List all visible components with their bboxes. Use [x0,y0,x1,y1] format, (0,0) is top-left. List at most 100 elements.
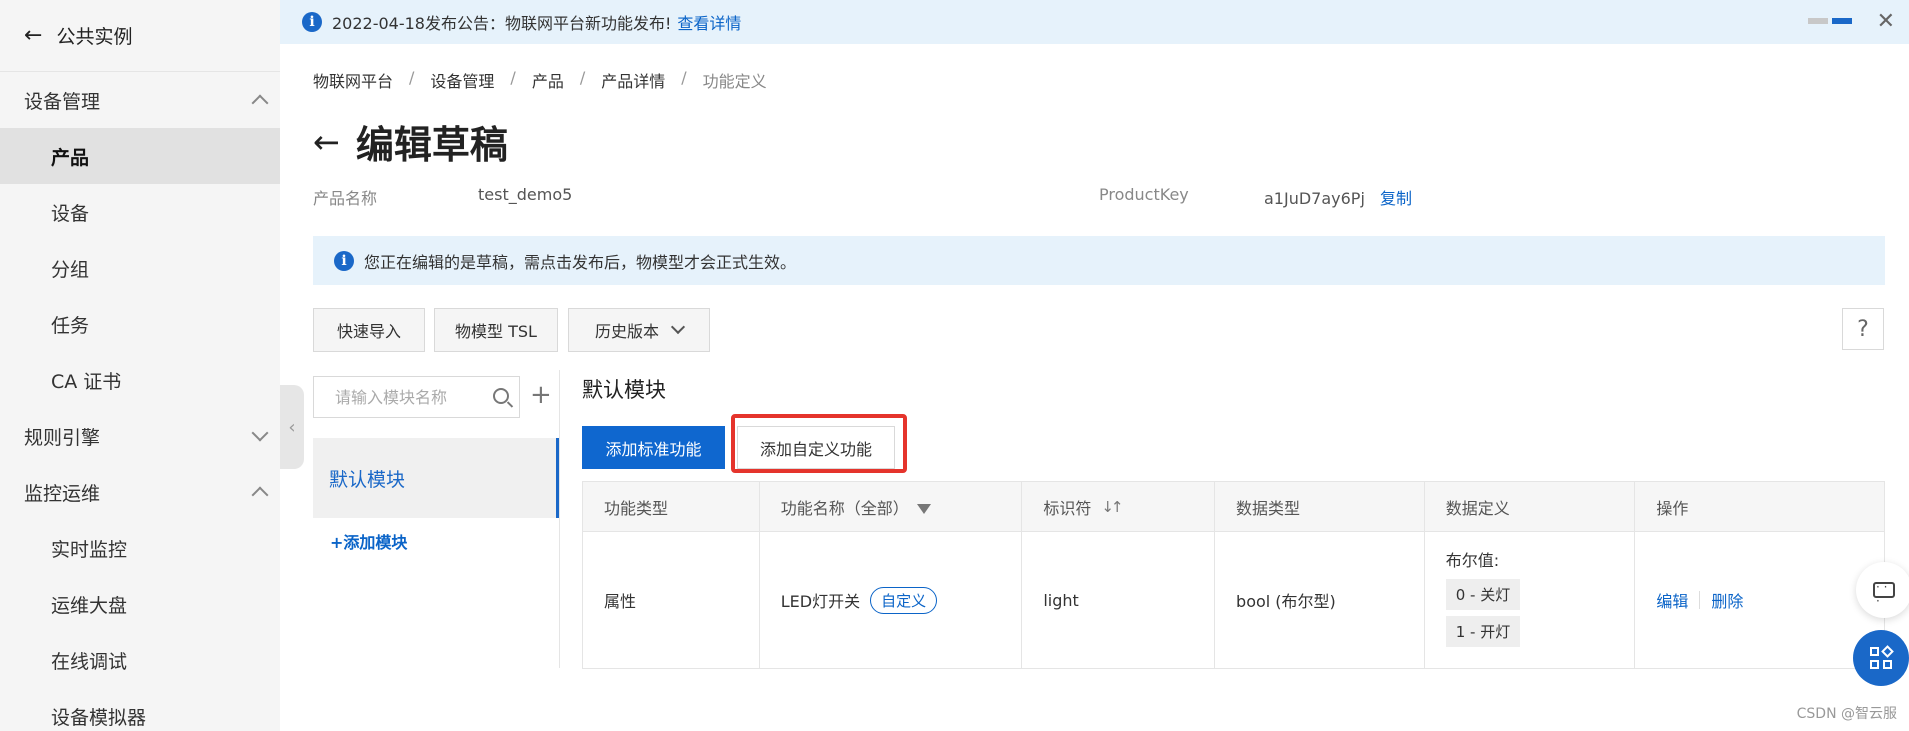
close-icon[interactable]: ✕ [1877,9,1895,34]
sidebar-item-ca-cert[interactable]: CA 证书 [0,352,280,408]
breadcrumb-item[interactable]: 物联网平台 [313,68,393,92]
product-name-value-row: test_demo5 [478,185,572,204]
sidebar: ← 公共实例 设备管理 产品 设备 分组 任务 CA 证书 规则引擎 监控运维 … [0,0,280,731]
product-name-row: 产品名称 [313,185,377,209]
add-module-link[interactable]: +添加模块 [330,529,407,553]
chat-button[interactable] [1856,562,1909,618]
sidebar-item-device-simulator[interactable]: 设备模拟器 [0,688,280,731]
arrow-left-icon: ← [24,23,43,48]
chevron-up-icon [251,94,269,112]
sidebar-group-monitoring[interactable]: 监控运维 [0,464,280,520]
sidebar-item-group[interactable]: 分组 [0,240,280,296]
delete-link[interactable]: 删除 [1711,588,1743,612]
sidebar-item-task[interactable]: 任务 [0,296,280,352]
draft-tip: i 您正在编辑的是草稿，需点击发布后，物模型才会正式生效。 [313,236,1885,285]
def-value: 0 - 关灯 [1445,579,1521,610]
module-search-input[interactable] [314,377,519,417]
edit-link[interactable]: 编辑 [1656,588,1688,612]
breadcrumb-sep: / [510,68,516,87]
cell-type: 属性 [583,532,760,668]
chat-icon [1873,580,1895,608]
add-standard-function-button[interactable]: 添加标准功能 [582,426,725,469]
pager-dot[interactable] [1808,18,1828,24]
cell-data-type: bool (布尔型) [1215,532,1425,668]
breadcrumb: 物联网平台 / 设备管理 / 产品 / 产品详情 / 功能定义 [313,68,767,92]
history-version-button[interactable]: 历史版本 [568,308,710,352]
chevron-down-icon [670,319,686,335]
apps-button[interactable] [1853,630,1909,686]
cell-identifier: light [1022,532,1216,668]
notice-bar: i 2022-04-18发布公告：物联网平台新功能发布! 查看详情 ✕ [280,0,1909,44]
sidebar-item-product[interactable]: 产品 [0,128,280,184]
cell-data-def: 布尔值: 0 - 关灯 1 - 开灯 [1425,532,1636,668]
pager-dot-active[interactable] [1832,18,1852,24]
sidebar-item-realtime-monitor[interactable]: 实时监控 [0,520,280,576]
breadcrumb-item[interactable]: 产品 [532,68,564,92]
info-icon: i [334,250,354,271]
sidebar-group-rule-engine[interactable]: 规则引擎 [0,408,280,464]
page-title: 编辑草稿 [355,123,508,167]
def-value: 1 - 开灯 [1445,616,1521,647]
product-name-label: 产品名称 [313,189,378,208]
sidebar-item-ops-dashboard[interactable]: 运维大盘 [0,576,280,632]
col-name-label: 功能名称（全部） [780,498,909,518]
page-header: ← 编辑草稿 [313,114,508,169]
col-type: 功能类型 [583,482,760,531]
breadcrumb-item[interactable]: 产品详情 [601,68,665,92]
product-key-label-row: ProductKey [1099,185,1189,204]
module-search[interactable] [313,376,520,418]
sidebar-collapse-handle[interactable]: ‹ [280,385,304,469]
tip-text: 您正在编辑的是草稿，需点击发布后，物模型才会正式生效。 [364,252,797,272]
breadcrumb-current: 功能定义 [702,72,767,91]
back-to-instances[interactable]: ← 公共实例 [0,0,280,72]
table-row: 属性 LED灯开关 自定义 light bool (布尔型) 布尔值: 0 - … [583,532,1884,668]
product-key-label: ProductKey [1099,185,1189,204]
group-label: 规则引擎 [24,426,101,449]
module-item-default[interactable]: 默认模块 [313,438,559,518]
chevron-left-icon: ‹ [288,416,296,438]
watermark: CSDN @智云服 [1796,706,1897,722]
notice-text: 2022-04-18发布公告：物联网平台新功能发布! [332,14,672,33]
col-identifier-label: 标识符 [1043,498,1092,518]
sidebar-item-device[interactable]: 设备 [0,184,280,240]
back-arrow-icon[interactable]: ← [313,123,340,161]
chevron-down-icon [251,424,269,442]
filter-icon[interactable] [916,503,931,514]
table-header: 功能类型 功能名称（全部） 标识符 ↓↑ 数据类型 数据定义 操作 [583,482,1884,532]
custom-tag: 自定义 [870,586,938,614]
highlight-annotation [731,414,907,473]
copy-link[interactable]: 复制 [1380,189,1412,208]
product-key-value: a1JuD7ay6Pj [1264,189,1365,208]
col-ops: 操作 [1656,498,1689,518]
breadcrumb-sep: / [409,68,415,87]
notice-pager[interactable] [1808,18,1852,24]
def-label: 布尔值: [1445,551,1500,570]
history-label: 历史版本 [594,322,659,341]
group-label: 监控运维 [24,482,101,505]
col-data-type: 数据类型 [1215,482,1425,531]
breadcrumb-sep: / [681,68,687,87]
sidebar-item-online-debug[interactable]: 在线调试 [0,632,280,688]
op-divider [1699,591,1701,609]
sort-icon[interactable]: ↓↑ [1101,498,1123,516]
notice-link[interactable]: 查看详情 [677,10,741,34]
function-name: LED灯开关 [780,592,861,611]
group-label: 设备管理 [24,90,101,113]
col-name[interactable]: 功能名称（全部） [760,482,1023,531]
module-title: 默认模块 [582,378,666,402]
product-key-value-row: a1JuD7ay6Pj 复制 [1264,185,1412,209]
info-icon: i [302,12,322,32]
sidebar-group-device-management[interactable]: 设备管理 [0,72,280,128]
col-identifier[interactable]: 标识符 ↓↑ [1022,482,1216,531]
quick-import-button[interactable]: 快速导入 [313,308,425,352]
search-icon[interactable] [493,388,509,404]
apps-icon [1870,645,1894,669]
breadcrumb-sep: / [579,68,586,87]
cell-ops: 编辑 删除 [1635,532,1884,668]
panel-divider [559,370,560,668]
breadcrumb-item[interactable]: 设备管理 [430,68,494,92]
help-button[interactable]: ? [1842,308,1884,350]
function-table: 功能类型 功能名称（全部） 标识符 ↓↑ 数据类型 数据定义 操作 属性 LED… [582,481,1885,669]
tsl-button[interactable]: 物模型 TSL [434,308,558,352]
add-icon[interactable]: + [530,382,552,408]
